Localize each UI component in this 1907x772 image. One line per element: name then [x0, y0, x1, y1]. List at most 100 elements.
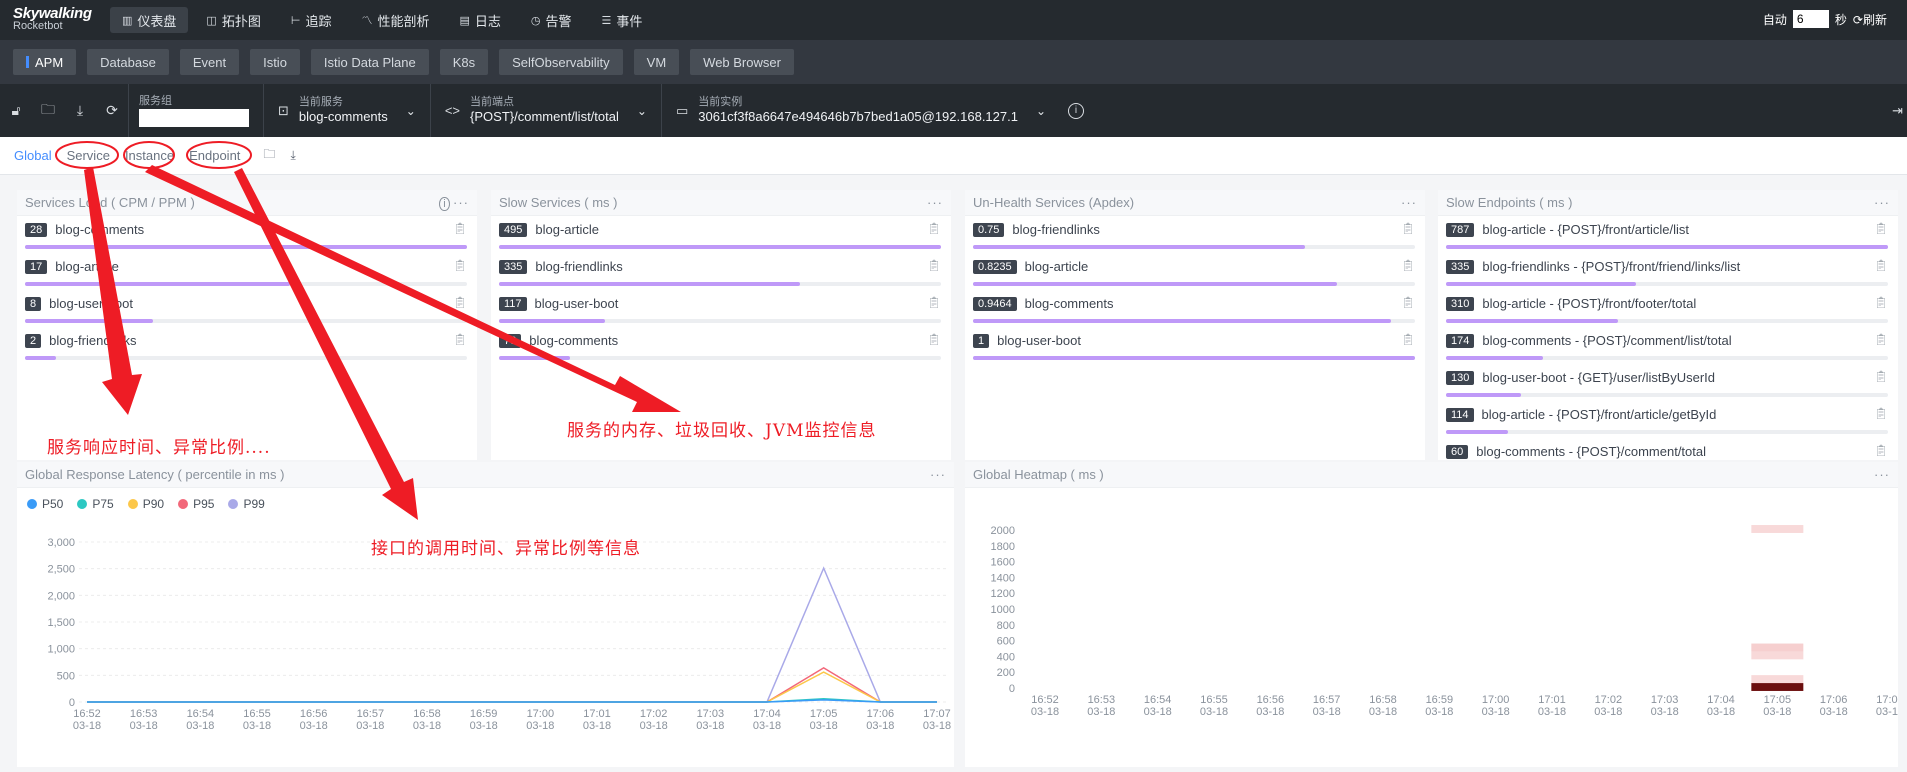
download-icon[interactable]: ⤓ — [64, 102, 96, 119]
bar-fill — [499, 319, 606, 323]
layer-chip[interactable]: SelfObservability — [499, 49, 623, 75]
group-input[interactable] — [139, 108, 249, 127]
layer-chip[interactable]: Event — [179, 49, 240, 75]
list-item[interactable]: 335 blog-friendlinks - {POST}/front/frien… — [1438, 253, 1898, 290]
instance-selector[interactable]: ▭ 当前实例 3061cf3f8a6647e494646b7b7bed1a05@… — [660, 84, 1098, 137]
refresh-interval-input[interactable] — [1792, 10, 1829, 28]
folder-icon[interactable]: 🗀 — [263, 145, 275, 166]
legend-item[interactable]: P50 — [27, 497, 63, 511]
copy-icon[interactable]: 📋︎ — [1874, 222, 1888, 235]
list-item[interactable]: 0.8235 blog-article 📋︎ — [965, 253, 1425, 290]
copy-icon[interactable]: 📋︎ — [1874, 407, 1888, 420]
download-icon[interactable]: ⤓ — [290, 148, 295, 163]
list-item[interactable]: 28 blog-comments 📋︎ — [17, 216, 477, 253]
tab-service[interactable]: Service — [67, 148, 110, 163]
legend-item[interactable]: P90 — [127, 497, 164, 511]
layer-chip[interactable]: VM — [633, 49, 680, 75]
more-icon[interactable]: ··· — [1874, 195, 1890, 210]
bar-fill — [973, 319, 1392, 323]
list-item[interactable]: 8 blog-user-boot 📋︎ — [17, 290, 477, 327]
endpoint-selector[interactable]: <> 当前端点 {POST}/comment/list/total ⌄ — [429, 84, 661, 137]
nav-item-0[interactable]: ▥ 仪表盘 — [110, 7, 189, 33]
copy-icon[interactable]: 📋︎ — [1874, 296, 1888, 309]
layer-chip[interactable]: Istio — [250, 49, 300, 75]
x-tick-label: 17:0703-18 — [923, 708, 951, 732]
x-tick-label: 16:57 03-18 — [1313, 694, 1341, 718]
copy-icon[interactable]: 📋︎ — [1874, 333, 1888, 346]
list-item[interactable]: 114 blog-article - {POST}/front/article/g… — [1438, 401, 1898, 438]
list-item[interactable]: 0.75 blog-friendlinks 📋︎ — [965, 216, 1425, 253]
nav-item-6[interactable]: ☰ 事件 — [590, 7, 655, 33]
nav-item-2[interactable]: ⊢ 追踪 — [279, 7, 344, 33]
list-item[interactable]: 130 blog-user-boot - {GET}/user/listByUse… — [1438, 364, 1898, 401]
tab-global[interactable]: Global — [14, 148, 52, 163]
list-item[interactable]: 78 blog-comments 📋︎ — [491, 327, 951, 364]
layer-chip[interactable]: Database — [87, 49, 169, 75]
bar-fill — [25, 356, 56, 360]
layer-chip[interactable]: Web Browser — [690, 49, 794, 75]
copy-icon[interactable]: 📋︎ — [453, 333, 467, 346]
group-selector[interactable]: 服务组 — [128, 84, 263, 137]
list-item[interactable]: 174 blog-comments - {POST}/comment/list/t… — [1438, 327, 1898, 364]
list-item[interactable]: 787 blog-article - {POST}/front/article/l… — [1438, 216, 1898, 253]
nav-item-4[interactable]: ▤ 日志 — [447, 7, 512, 33]
copy-icon[interactable]: 📋︎ — [927, 222, 941, 235]
list-item[interactable]: 335 blog-friendlinks 📋︎ — [491, 253, 951, 290]
list-item[interactable]: 17 blog-article 📋︎ — [17, 253, 477, 290]
layer-chip[interactable]: Istio Data Plane — [310, 49, 429, 75]
folder-icon[interactable]: 🗀 — [32, 99, 64, 123]
nav-item-3[interactable]: 〽性能剖析 — [349, 7, 441, 33]
copy-icon[interactable]: 📋︎ — [1401, 259, 1415, 272]
copy-icon[interactable]: 📋︎ — [927, 259, 941, 272]
info-icon[interactable]: i — [1068, 102, 1085, 119]
copy-icon[interactable]: 📋︎ — [927, 333, 941, 346]
list-item[interactable]: 1 blog-user-boot 📋︎ — [965, 327, 1425, 364]
collapse-icon[interactable]: ⇥ — [1892, 103, 1903, 119]
x-tick-label: 16:56 03-18 — [300, 708, 328, 732]
tab-endpoint[interactable]: Endpoint — [189, 148, 240, 163]
copy-icon[interactable]: 📋︎ — [927, 296, 941, 309]
logo[interactable]: Skywalking Rocketbot — [0, 6, 110, 32]
refresh-button[interactable]: ⟳刷新 — [1853, 11, 1887, 28]
list-item[interactable]: 310 blog-article - {POST}/front/footer/to… — [1438, 290, 1898, 327]
more-icon[interactable]: ··· — [927, 195, 943, 210]
service-selector[interactable]: ⊡ 当前服务 blog-comments ⌄ — [263, 84, 430, 137]
tab-instance[interactable]: Instance — [125, 148, 174, 163]
alarm-icon: ◷ — [530, 14, 541, 27]
legend-item[interactable]: P95 — [178, 497, 214, 511]
copy-icon[interactable]: 📋︎ — [1874, 444, 1888, 457]
y-tick-label: 1200 — [991, 588, 1015, 600]
copy-icon[interactable]: 📋︎ — [453, 296, 467, 309]
more-icon[interactable]: ··· — [453, 195, 469, 210]
auto-label[interactable]: 自动 — [1763, 11, 1787, 28]
nav-item-5[interactable]: ◷ 告警 — [519, 7, 584, 33]
bar-track — [25, 319, 467, 323]
list-item[interactable]: 0.9464 blog-comments 📋︎ — [965, 290, 1425, 327]
copy-icon[interactable]: 📋︎ — [1401, 296, 1415, 309]
legend-item[interactable]: P75 — [77, 497, 114, 511]
lock-icon[interactable]: 🔓︎ — [0, 102, 32, 119]
bar-fill — [973, 282, 1337, 286]
copy-icon[interactable]: 📋︎ — [453, 222, 467, 235]
list-item[interactable]: 117 blog-user-boot 📋︎ — [491, 290, 951, 327]
more-icon[interactable]: ··· — [930, 467, 946, 482]
more-icon[interactable]: ··· — [1874, 467, 1890, 482]
nav-item-1[interactable]: ◫ 拓扑图 — [194, 7, 272, 33]
list-item[interactable]: 495 blog-article 📋︎ — [491, 216, 951, 253]
x-tick-label: 16:58 03-18 — [413, 708, 441, 732]
layer-chip[interactable]: K8s — [439, 49, 489, 75]
more-icon[interactable]: ··· — [1401, 195, 1417, 210]
latency-panel: Global Response Latency ( percentile in … — [17, 462, 954, 767]
copy-icon[interactable]: 📋︎ — [1874, 370, 1888, 383]
list-item[interactable]: 60 blog-comments - {POST}/comment/total 📋︎ — [1438, 438, 1898, 460]
list-item[interactable]: 2 blog-friendlinks 📋︎ — [17, 327, 477, 364]
value-badge: 0.75 — [973, 222, 1005, 237]
layer-chip[interactable]: APM — [13, 49, 77, 75]
info-icon[interactable]: i — [439, 197, 450, 211]
copy-icon[interactable]: 📋︎ — [1401, 222, 1415, 235]
legend-item[interactable]: P99 — [228, 497, 265, 511]
copy-icon[interactable]: 📋︎ — [453, 259, 467, 272]
reload-icon[interactable]: ⟳ — [96, 102, 128, 119]
copy-icon[interactable]: 📋︎ — [1401, 333, 1415, 346]
copy-icon[interactable]: 📋︎ — [1874, 259, 1888, 272]
